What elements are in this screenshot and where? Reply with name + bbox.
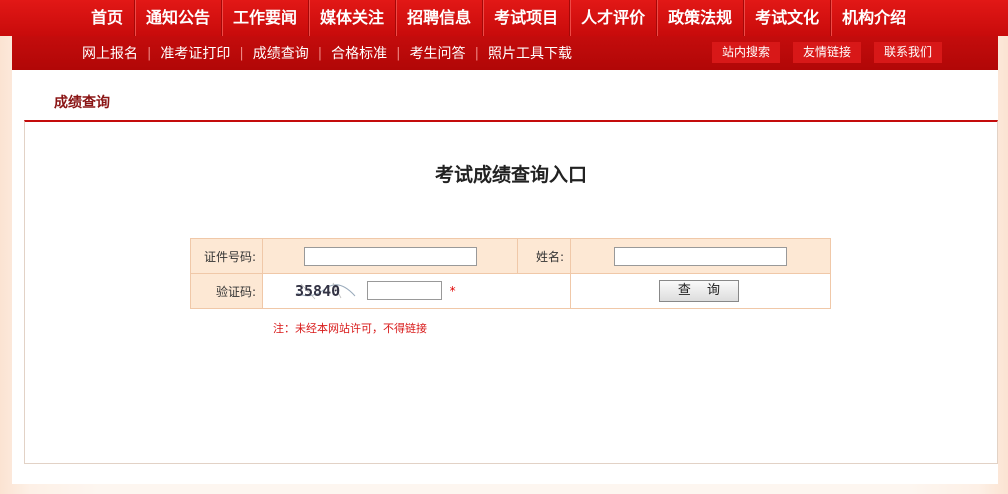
nav-item-media[interactable]: 媒体关注 xyxy=(308,0,395,36)
main-content: 成绩查询 考试成绩查询入口 证件号码: 姓名: 验证码: 35840 * 查 询… xyxy=(12,70,998,484)
link-notice: 注：未经本网站许可，不得链接 xyxy=(273,322,427,335)
nav-item-news[interactable]: 工作要闻 xyxy=(221,0,308,36)
site-search-button[interactable]: 站内搜索 xyxy=(711,42,780,63)
page-title: 考试成绩查询入口 xyxy=(434,164,587,186)
captcha-graphic: 35840 xyxy=(295,282,356,300)
captcha-cell: 35840 * xyxy=(262,273,571,309)
sub-nav-buttons: 站内搜索 友情链接 联系我们 xyxy=(699,42,942,63)
captcha-image[interactable]: 35840 xyxy=(291,280,363,302)
sub-nav-faq[interactable]: 考生问答 xyxy=(410,43,466,63)
nav-item-about[interactable]: 机构介绍 xyxy=(830,0,917,36)
id-number-label: 证件号码: xyxy=(190,238,263,274)
sub-nav-photo-tool[interactable]: 照片工具下载 xyxy=(488,43,572,63)
form-row-captcha: 验证码: 35840 * 查 询 xyxy=(190,273,831,309)
name-label: 姓名: xyxy=(517,238,571,274)
name-input[interactable] xyxy=(614,246,787,266)
nav-item-exam-culture[interactable]: 考试文化 xyxy=(743,0,830,36)
form-row-id-name: 证件号码: 姓名: xyxy=(190,238,831,274)
captcha-label: 验证码: xyxy=(190,273,263,309)
sub-nav-separator: | xyxy=(474,45,479,61)
sub-nav-online-registration[interactable]: 网上报名 xyxy=(82,43,138,63)
query-panel: 考试成绩查询入口 证件号码: 姓名: 验证码: 35840 * 查 询 注：未经… xyxy=(24,120,998,464)
sub-nav-separator: | xyxy=(147,45,152,61)
query-button[interactable]: 查 询 xyxy=(659,280,739,302)
breadcrumb: 成绩查询 xyxy=(54,95,110,111)
nav-item-talent-evaluation[interactable]: 人才评价 xyxy=(569,0,656,36)
contact-us-button[interactable]: 联系我们 xyxy=(873,42,942,63)
sub-nav-admission-ticket[interactable]: 准考证打印 xyxy=(160,43,230,63)
nav-item-notices[interactable]: 通知公告 xyxy=(134,0,221,36)
friend-links-button[interactable]: 友情链接 xyxy=(792,42,861,63)
submit-cell: 查 询 xyxy=(570,273,831,309)
sub-nav-links: 网上报名 | 准考证打印 | 成绩查询 | 合格标准 | 考生问答 | 照片工具… xyxy=(82,36,572,70)
nav-item-exams[interactable]: 考试项目 xyxy=(482,0,569,36)
sub-nav-pass-standard[interactable]: 合格标准 xyxy=(331,43,387,63)
captcha-text: 35840 xyxy=(295,282,340,300)
nav-item-recruitment[interactable]: 招聘信息 xyxy=(395,0,482,36)
id-number-input[interactable] xyxy=(304,246,477,266)
sub-nav-separator: | xyxy=(396,45,401,61)
sub-nav-separator: | xyxy=(239,45,244,61)
sub-nav: 网上报名 | 准考证打印 | 成绩查询 | 合格标准 | 考生问答 | 照片工具… xyxy=(12,36,998,70)
name-cell xyxy=(570,238,831,274)
required-mark: * xyxy=(449,283,456,298)
nav-item-policy[interactable]: 政策法规 xyxy=(656,0,743,36)
query-form: 证件号码: 姓名: 验证码: 35840 * 查 询 xyxy=(190,238,831,309)
nav-item-home[interactable]: 首页 xyxy=(80,0,134,36)
sub-nav-separator: | xyxy=(317,45,323,61)
top-nav-items: 首页 通知公告 工作要闻 媒体关注 招聘信息 考试项目 人才评价 政策法规 考试… xyxy=(80,0,917,36)
top-nav: 首页 通知公告 工作要闻 媒体关注 招聘信息 考试项目 人才评价 政策法规 考试… xyxy=(0,0,1008,36)
captcha-input[interactable] xyxy=(366,281,442,300)
id-number-cell xyxy=(262,238,518,274)
sub-nav-score-query[interactable]: 成绩查询 xyxy=(253,43,309,63)
